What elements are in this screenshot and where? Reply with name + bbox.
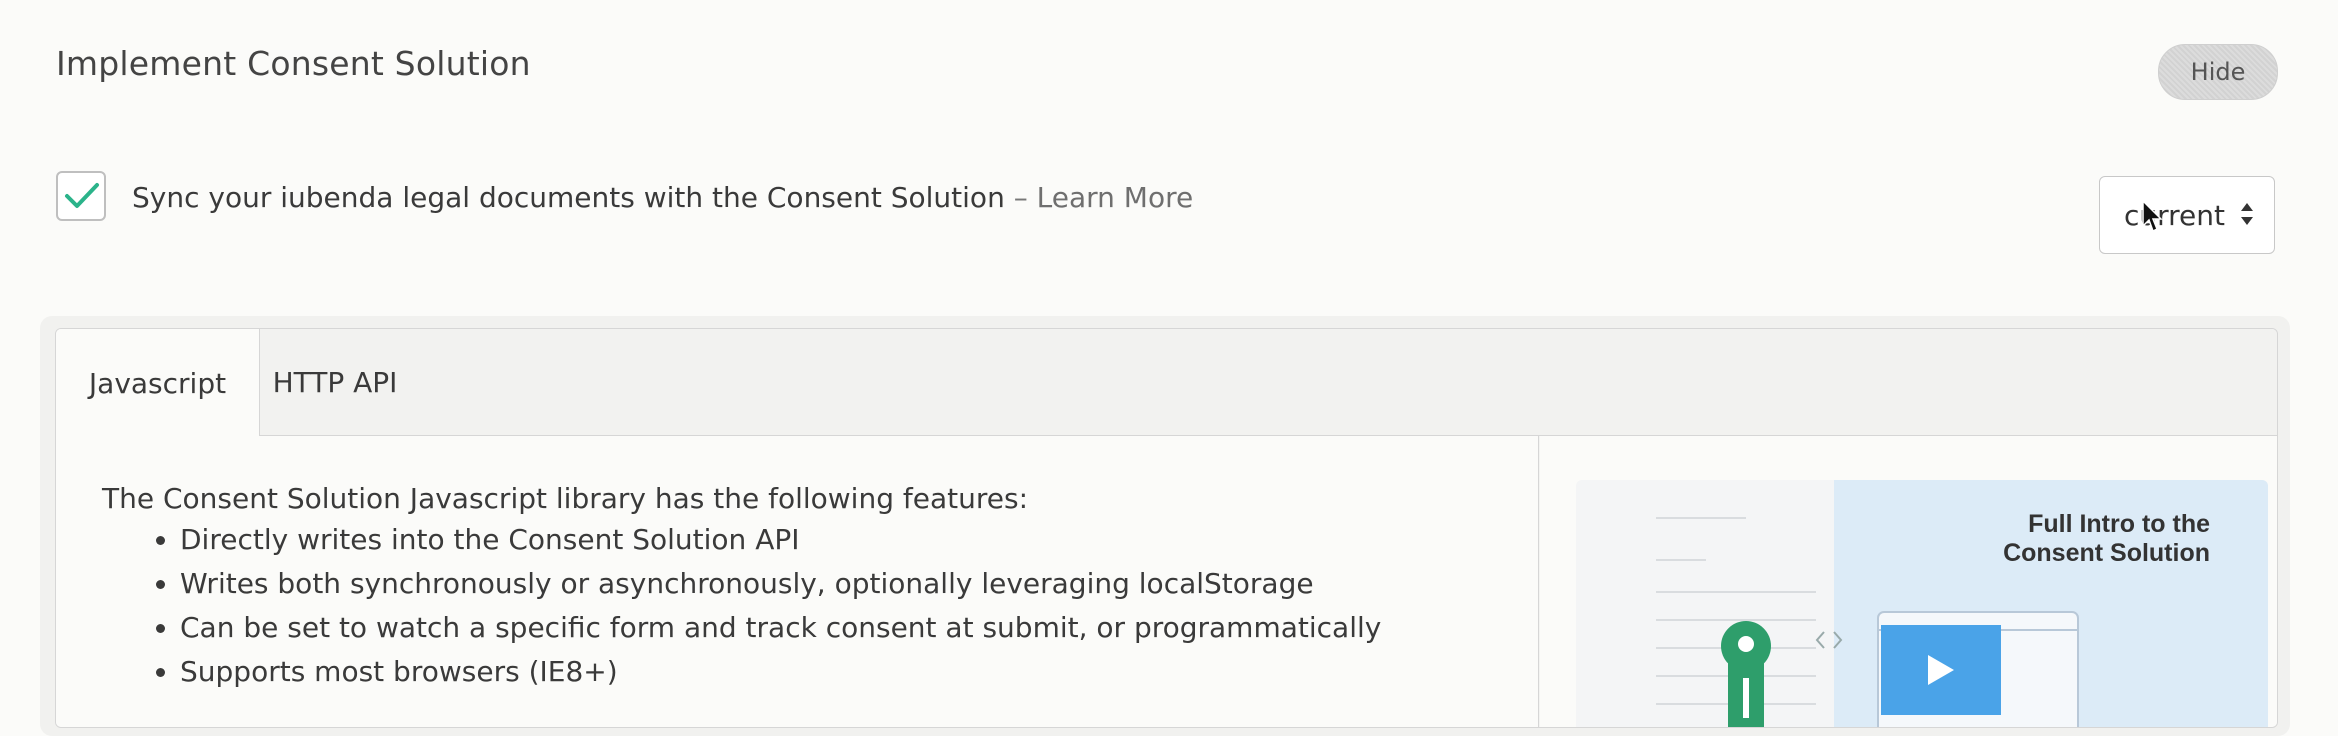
- checkmark-icon: [65, 183, 99, 208]
- tab-http-api[interactable]: HTTP API: [260, 329, 410, 435]
- sync-checkbox[interactable]: [56, 171, 106, 221]
- video-title-line2: Consent Solution: [2003, 539, 2210, 567]
- list-item: Writes both synchronously or asynchronou…: [180, 562, 1381, 606]
- separator: –: [1013, 181, 1028, 214]
- version-select-value: current: [2124, 198, 2226, 232]
- sync-text: Sync your iubenda legal documents with t…: [132, 181, 1005, 214]
- list-item: Directly writes into the Consent Solutio…: [180, 518, 1381, 562]
- list-item: Can be set to watch a specific form and …: [180, 606, 1381, 650]
- video-title: Full Intro to the Consent Solution: [2003, 510, 2210, 568]
- play-button[interactable]: [1881, 625, 2001, 715]
- page-title: Implement Consent Solution: [56, 44, 531, 83]
- video-thumbnail[interactable]: Full Intro to the Consent Solution: [1576, 480, 2268, 727]
- features-list: Directly writes into the Consent Solutio…: [134, 518, 1381, 694]
- tabs-bar: Javascript HTTP API: [56, 329, 2277, 437]
- mouse-pointer-icon: [2142, 200, 2163, 233]
- tab-javascript[interactable]: Javascript: [56, 329, 260, 437]
- sort-arrows-icon: [2241, 203, 2253, 225]
- list-item: Supports most browsers (IE8+): [180, 650, 1381, 694]
- learn-more-link[interactable]: Learn More: [1037, 181, 1194, 214]
- play-icon: [1928, 655, 1954, 685]
- tab-content: The Consent Solution Javascript library …: [56, 436, 1539, 727]
- version-select[interactable]: current: [2099, 176, 2275, 254]
- mascot-image: [1721, 621, 1771, 727]
- hide-button[interactable]: Hide: [2158, 44, 2278, 100]
- document-sketch-image: [1656, 517, 1816, 705]
- sync-label: Sync your iubenda legal documents with t…: [132, 181, 1193, 214]
- features-intro: The Consent Solution Javascript library …: [102, 482, 1028, 515]
- video-area: Full Intro to the Consent Solution: [1540, 436, 2277, 727]
- code-icon: [1815, 631, 1843, 649]
- video-title-line1: Full Intro to the: [2028, 510, 2210, 538]
- implementation-panel: Javascript HTTP API The Consent Solution…: [55, 328, 2278, 728]
